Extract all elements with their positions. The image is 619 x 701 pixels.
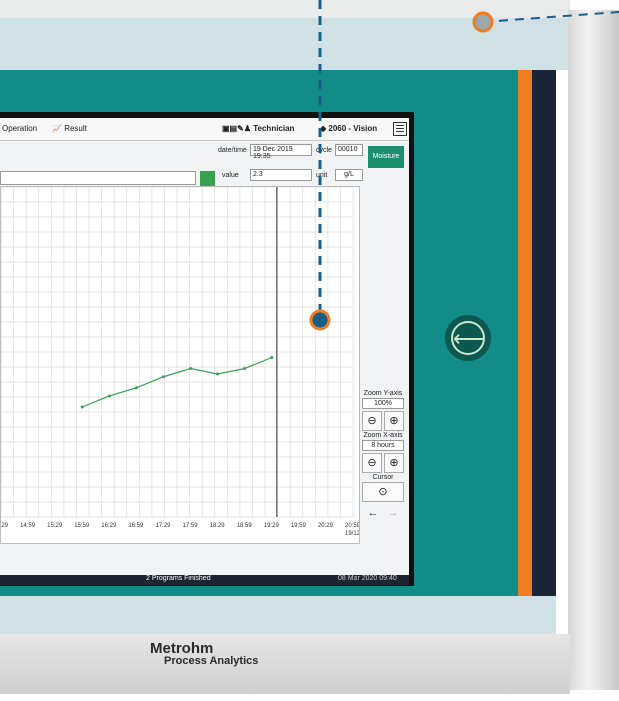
callout-line-horizontal: [482, 11, 619, 23]
callout-dot-top: [472, 11, 494, 33]
analyzer-device: Metrohm Process Analytics ⟵ Operation 📈 …: [0, 0, 619, 701]
callout-overlay: [309, 0, 619, 331]
callout-dot-screen: [309, 309, 331, 331]
